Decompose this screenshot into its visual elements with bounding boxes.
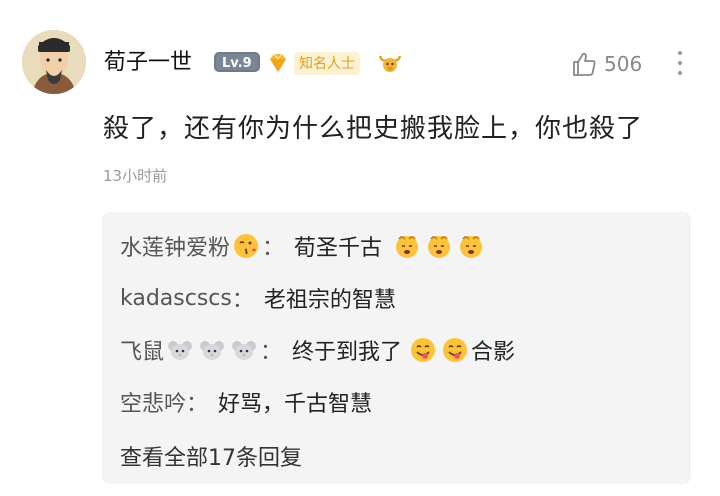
thumbs-up-icon [573, 52, 596, 76]
reply-author[interactable]: kadascscs [120, 286, 232, 311]
fame-badge: 知名人士 [266, 51, 360, 75]
reply-author[interactable]: 空悲吟 [120, 386, 186, 418]
username[interactable]: 荀子一世 [104, 44, 192, 76]
more-options-icon[interactable] [676, 48, 684, 78]
view-all-replies-link[interactable]: 查看全部17条回复 [120, 440, 302, 472]
bow-emoji-icon [428, 236, 451, 258]
reply-separator: ： [231, 288, 254, 313]
level-badge: Lv.9 [214, 52, 260, 72]
reply-item[interactable]: 水莲钟爱粉 ： 荀圣千古 [120, 230, 487, 262]
kiss-emoji-icon [234, 234, 259, 258]
diamond-icon [270, 53, 286, 72]
mouse-emoji-icon [232, 341, 257, 360]
reply-text: 终于到我了 [292, 340, 403, 365]
reply-author[interactable]: 水莲钟爱粉 [120, 230, 230, 262]
reply-text: 好骂，千古智慧 [218, 392, 373, 417]
reply-item[interactable]: kadascscs ： 老祖宗的智慧 [120, 282, 396, 314]
reply-item[interactable]: 空悲吟 ： 好骂，千古智慧 [120, 386, 372, 418]
reply-list: 水莲钟爱粉 ： 荀圣千古 kadascscs ： 老祖宗的智慧 飞鼠 ： 终于到… [102, 212, 691, 484]
reply-separator: ： [262, 236, 285, 261]
reply-suffix: 合影 [471, 340, 516, 365]
reply-separator: ： [186, 392, 209, 417]
like-button[interactable]: 506 [570, 50, 642, 78]
tongue-emoji-icon [411, 338, 436, 362]
tongue-emoji-icon [443, 338, 468, 362]
reply-text: 荀圣千古 [294, 236, 383, 261]
fame-label: 知名人士 [294, 51, 360, 75]
bull-medal-icon [378, 55, 402, 72]
bow-emoji-icon [460, 236, 483, 258]
reply-text: 老祖宗的智慧 [263, 288, 396, 313]
bow-emoji-icon [396, 236, 419, 258]
avatar[interactable] [22, 30, 86, 94]
comment-time: 13小时前 [103, 167, 168, 185]
reply-author[interactable]: 飞鼠 [120, 334, 164, 366]
mouse-emoji-icon [200, 341, 225, 360]
reply-separator: ： [260, 340, 283, 365]
reply-item[interactable]: 飞鼠 ： 终于到我了 合影 [120, 334, 515, 366]
mouse-emoji-icon [168, 341, 193, 360]
comment-text: 殺了，还有你为什么把史搬我脸上，你也殺了 [103, 114, 644, 144]
like-count: 506 [604, 52, 643, 76]
